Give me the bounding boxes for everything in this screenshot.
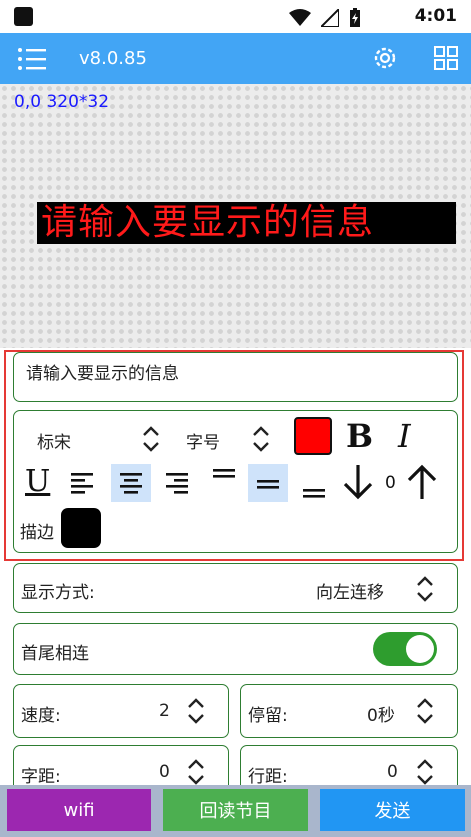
valign-middle-icon xyxy=(257,480,279,489)
valign-bottom-icon[interactable] xyxy=(294,467,334,505)
align-right-icon[interactable] xyxy=(157,464,197,502)
status-icons xyxy=(289,8,361,28)
display-mode-label: 显示方式: xyxy=(21,583,95,603)
led-preview: 0,0 320*32 请输入要显示的信息 xyxy=(0,84,471,348)
message-text: 请输入要显示的信息 xyxy=(26,364,179,384)
chevron-updown-icon xyxy=(417,759,433,785)
speed-label: 速度: xyxy=(21,706,61,726)
app-version: v8.0.85 xyxy=(79,48,147,69)
valign-middle-button[interactable] xyxy=(248,464,288,502)
send-button[interactable]: 发送 xyxy=(320,789,465,831)
gear-icon[interactable] xyxy=(371,44,399,72)
chevron-updown-icon xyxy=(188,759,204,785)
speed-value: 2 xyxy=(159,701,170,721)
read-back-button[interactable]: 回读节目 xyxy=(163,789,308,831)
bold-button[interactable]: B xyxy=(346,417,373,455)
app-bar: v8.0.85 xyxy=(0,33,471,84)
wifi-icon xyxy=(289,9,311,26)
border-label: 描边 xyxy=(20,523,54,543)
char-spacing-label: 字距: xyxy=(21,767,61,787)
battery-icon xyxy=(350,8,360,27)
led-text[interactable]: 请输入要显示的信息 xyxy=(37,202,456,244)
font-size-select[interactable]: 字号 xyxy=(186,428,220,453)
message-input[interactable]: 请输入要显示的信息 xyxy=(13,352,458,402)
loop-label: 首尾相连 xyxy=(21,644,89,664)
align-center-icon xyxy=(120,473,142,494)
pause-value: 0秒 xyxy=(367,706,395,726)
underline-button[interactable]: U xyxy=(25,464,50,499)
font-spinner-icon[interactable] xyxy=(141,424,161,454)
line-spacing-value: 0 xyxy=(385,473,396,493)
format-panel: 标宋 字号 B I U 0 描边 xyxy=(13,410,458,553)
display-mode-value: 向左连移 xyxy=(316,583,384,603)
loop-row: 首尾相连 xyxy=(13,623,458,675)
size-spinner-icon[interactable] xyxy=(251,424,271,454)
arrow-down-icon[interactable] xyxy=(339,461,377,503)
preview-coordinates: 0,0 320*32 xyxy=(14,92,110,112)
text-color-button[interactable] xyxy=(294,417,332,455)
menu-icon[interactable] xyxy=(17,46,47,72)
font-select[interactable]: 标宋 xyxy=(37,428,71,453)
display-mode-select[interactable]: 显示方式: 向左连移 xyxy=(13,563,458,613)
pause-label: 停留: xyxy=(248,706,288,726)
italic-button[interactable]: I xyxy=(398,417,411,455)
loop-toggle[interactable] xyxy=(373,632,437,666)
align-left-icon[interactable] xyxy=(63,464,103,502)
pause-stepper[interactable]: 停留: 0秒 xyxy=(240,684,458,738)
chevron-updown-icon xyxy=(417,576,433,602)
grid-icon[interactable] xyxy=(433,45,459,71)
speed-stepper[interactable]: 速度: 2 xyxy=(13,684,229,738)
char-spacing-value: 0 xyxy=(159,762,170,782)
arrow-up-icon[interactable] xyxy=(403,461,441,503)
toggle-knob xyxy=(406,635,434,663)
line-spacing-setting-value: 0 xyxy=(387,762,398,782)
valign-top-icon[interactable] xyxy=(204,459,244,497)
chevron-updown-icon xyxy=(188,698,204,724)
border-color-button[interactable] xyxy=(61,508,101,548)
chevron-updown-icon xyxy=(417,698,433,724)
line-spacing-label: 行距: xyxy=(248,767,288,787)
align-center-button[interactable] xyxy=(111,464,151,502)
bottom-action-bar: wifi 回读节目 发送 xyxy=(0,785,471,837)
clock: 4:01 xyxy=(414,6,457,26)
status-bar: 4:01 xyxy=(0,0,471,33)
signal-icon xyxy=(321,9,339,27)
wifi-button[interactable]: wifi xyxy=(7,789,151,831)
notification-icon xyxy=(14,7,33,26)
